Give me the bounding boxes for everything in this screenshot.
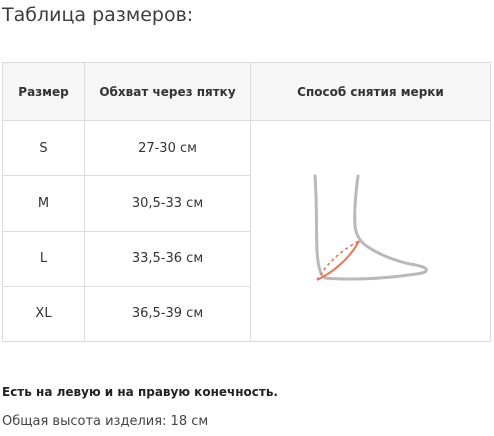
- foot-outline: [313, 174, 428, 281]
- girth-cell: 36,5-39 см: [84, 285, 251, 343]
- girth-cell: 33,5-36 см: [84, 230, 251, 287]
- foot-measure-icon: [313, 174, 428, 281]
- table-row: S 27-30 см: [2, 119, 491, 342]
- header-size: Размер: [2, 62, 85, 121]
- size-cell: S: [2, 119, 85, 177]
- girth-cell: 27-30 см: [84, 119, 251, 177]
- size-table: Размер Обхват через пятку Способ снятия …: [2, 62, 491, 343]
- size-cell: M: [2, 175, 85, 232]
- table-header-row: Размер Обхват через пятку Способ снятия …: [2, 62, 491, 121]
- size-cell: L: [2, 230, 85, 287]
- page-title: Таблица размеров:: [2, 4, 194, 26]
- girth-cell: 30,5-33 см: [84, 175, 251, 232]
- fit-note: Есть на левую и на правую конечность.: [2, 385, 278, 399]
- header-method: Способ снятия мерки: [250, 62, 491, 121]
- height-note: Общая высота изделия: 18 см: [2, 414, 209, 429]
- size-cell: XL: [2, 285, 85, 343]
- method-cell: [250, 120, 491, 342]
- header-girth: Обхват через пятку: [84, 62, 251, 121]
